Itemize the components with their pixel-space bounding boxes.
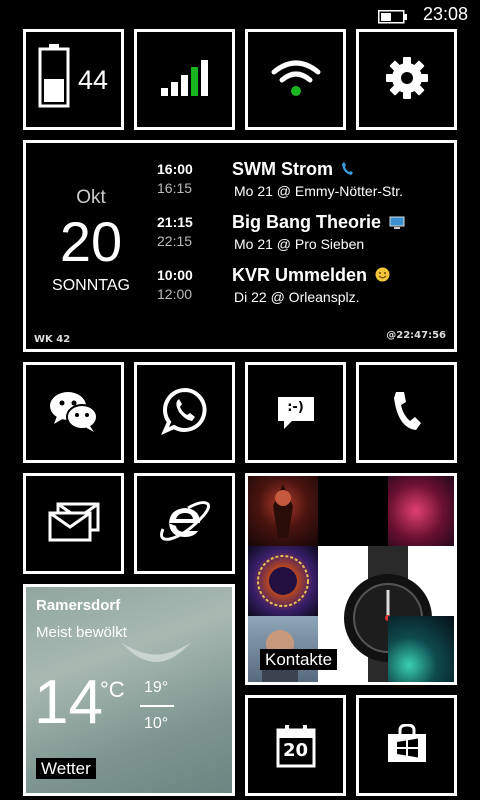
whatsapp-tile[interactable] xyxy=(134,362,235,463)
mail-tile[interactable] xyxy=(23,473,124,574)
internet-explorer-icon xyxy=(159,499,210,549)
status-battery-icon xyxy=(378,9,407,24)
weather-location: Ramersdorf xyxy=(36,597,121,614)
event-subtitle: Di 22 @ Orleansplz. xyxy=(234,289,360,305)
event-title: KVR Ummelden xyxy=(232,265,390,287)
wechat-tile[interactable] xyxy=(23,362,124,463)
phone-icon xyxy=(341,160,354,181)
phone-handset-icon xyxy=(392,390,422,436)
gear-icon xyxy=(385,56,429,104)
event-end-time: 22:15 xyxy=(157,233,193,249)
event-subtitle: Mo 21 @ Emmy-Nötter-Str. xyxy=(234,183,404,199)
event-title-text: Big Bang Theorie xyxy=(232,212,382,232)
event-title-text: KVR Ummelden xyxy=(232,265,368,285)
messaging-tile[interactable]: :-) xyxy=(245,362,346,463)
signal-bars-icon xyxy=(160,59,209,100)
wifi-icon xyxy=(270,58,322,102)
event-end-time: 16:15 xyxy=(157,180,193,196)
contact-photo xyxy=(318,476,388,546)
weather-label: Wetter xyxy=(36,758,96,779)
battery-percent: 44 xyxy=(78,65,109,95)
smiley-icon xyxy=(375,266,390,287)
calendar-icon-day: 20 xyxy=(282,739,309,761)
event-title: SWM Strom xyxy=(232,159,354,181)
battery-tile[interactable]: 44 xyxy=(23,29,124,130)
tv-icon xyxy=(389,213,405,234)
calendar-updated-time: @22:47:56 xyxy=(386,330,446,341)
weather-temperature: 14 xyxy=(34,668,103,737)
contacts-tile[interactable]: Kontakte xyxy=(245,473,457,685)
event-start-time: 10:00 xyxy=(157,267,193,283)
contact-photo xyxy=(388,476,454,546)
contact-photo xyxy=(248,546,318,616)
event-title-text: SWM Strom xyxy=(232,159,333,179)
message-icon: :-) xyxy=(276,393,316,433)
contact-photo xyxy=(388,616,454,682)
mail-icon xyxy=(48,502,100,546)
weather-low: 10° xyxy=(144,715,169,732)
event-title: Big Bang Theorie xyxy=(232,212,405,234)
calendar-weekday: SONNTAG xyxy=(52,277,130,294)
weather-divider xyxy=(140,705,174,707)
event-subtitle: Mo 21 @ Pro Sieben xyxy=(234,236,365,252)
weather-high: 19° xyxy=(144,679,169,696)
wifi-tile[interactable] xyxy=(245,29,346,130)
message-emoticon-text: :-) xyxy=(287,399,304,415)
whatsapp-icon xyxy=(160,387,209,439)
battery-icon xyxy=(38,44,70,112)
weather-condition: Meist bewölkt xyxy=(36,624,127,641)
store-tile[interactable] xyxy=(356,695,457,796)
calendar-agenda-tile[interactable]: Okt 20 SONNTAG WK 42 @22:47:56 16:00 16:… xyxy=(23,140,457,352)
calendar-month: Okt xyxy=(76,187,106,208)
calendar-tile[interactable]: 20 xyxy=(245,695,346,796)
signal-tile[interactable] xyxy=(134,29,235,130)
status-time: 23:08 xyxy=(422,4,468,24)
event-end-time: 12:00 xyxy=(157,286,193,302)
contact-photo xyxy=(248,476,318,546)
event-start-time: 16:00 xyxy=(157,161,193,177)
weather-tile[interactable]: Ramersdorf Meist bewölkt 14 °C 19° 10° W… xyxy=(23,584,235,796)
event-start-time: 21:15 xyxy=(157,214,193,230)
settings-tile[interactable] xyxy=(356,29,457,130)
calendar-week-number: WK 42 xyxy=(34,334,71,345)
calendar-icon: 20 xyxy=(276,724,316,768)
phone-tile[interactable] xyxy=(356,362,457,463)
calendar-day: 20 xyxy=(59,210,123,273)
status-bar: 23:08 xyxy=(0,0,480,30)
store-bag-icon xyxy=(386,722,428,768)
internet-explorer-tile[interactable] xyxy=(134,473,235,574)
weather-unit: °C xyxy=(100,677,125,702)
contacts-label: Kontakte xyxy=(260,649,338,670)
wechat-icon xyxy=(49,390,99,436)
